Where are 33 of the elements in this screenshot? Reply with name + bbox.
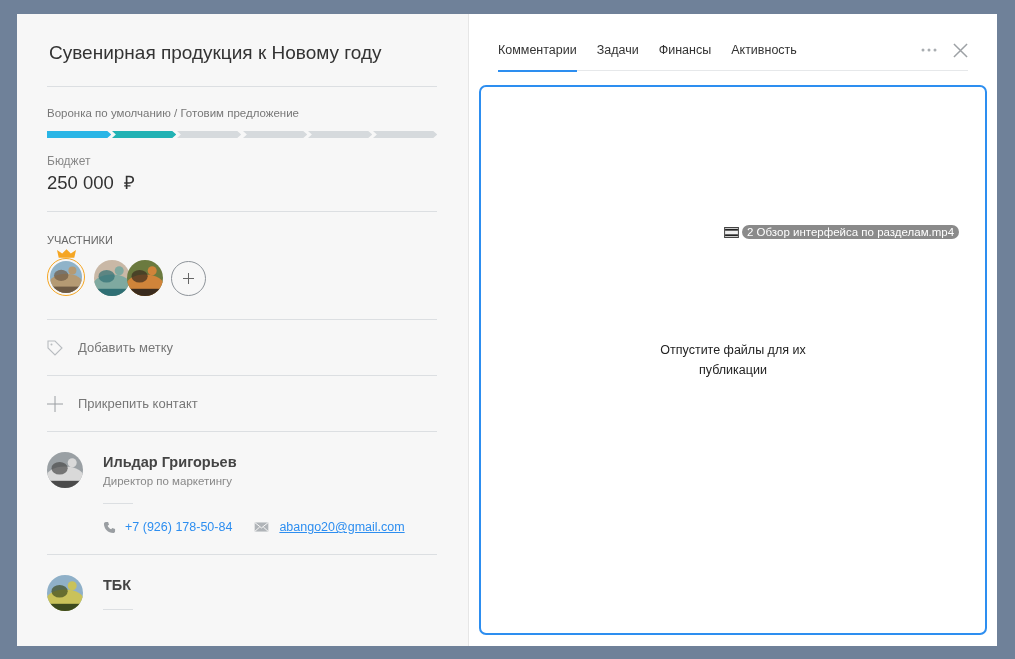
attach-contact-link[interactable]: Прикрепить контакт xyxy=(78,396,198,411)
member-avatar[interactable] xyxy=(94,260,130,296)
funnel-stage[interactable] xyxy=(242,131,307,138)
plus-icon xyxy=(183,273,194,284)
contact-position: Директор по маркетингу xyxy=(103,475,233,487)
envelope-icon xyxy=(254,522,270,532)
close-icon[interactable] xyxy=(953,42,968,58)
contact-name[interactable]: ТБК xyxy=(103,577,133,593)
member-avatar[interactable] xyxy=(127,260,163,296)
tab[interactable]: Финансы xyxy=(658,30,712,72)
budget-label: Бюджет xyxy=(47,154,92,168)
funnel-stage[interactable] xyxy=(307,131,372,138)
tab[interactable]: Задачи xyxy=(596,30,639,72)
funnel-stage[interactable] xyxy=(177,131,242,138)
add-tag-link[interactable]: Добавить метку xyxy=(78,340,174,355)
tag-icon xyxy=(47,339,63,356)
plus-icon xyxy=(47,395,63,412)
phone-icon xyxy=(103,520,116,534)
deal-title: Сувенирная продукция к Новому году xyxy=(49,42,383,64)
participants-label: УЧАСТНИКИ xyxy=(47,234,114,246)
tab[interactable]: Активность xyxy=(731,30,797,72)
drop-message: Отпустите файлы для их публикации xyxy=(659,342,807,379)
drop-zone[interactable]: 2 Обзор интерфейса по разделам.mp4 Отпустите файлы для их публикации xyxy=(479,85,987,635)
tab[interactable]: Комментарии xyxy=(498,30,577,72)
budget-value[interactable]: 250 000 ₽ xyxy=(47,169,437,194)
more-icon[interactable] xyxy=(921,48,937,52)
contact-name[interactable]: Ильдар Григорьев xyxy=(103,454,405,470)
funnel-stage[interactable] xyxy=(372,131,438,138)
funnel-stage[interactable] xyxy=(112,131,177,138)
funnel-path[interactable]: Воронка по умолчанию / Готовим предложение xyxy=(47,107,437,119)
video-file-icon xyxy=(724,226,739,238)
dragged-file-name: 2 Обзор интерфейса по разделам.mp4 xyxy=(742,225,960,239)
funnel-stage[interactable] xyxy=(47,131,112,138)
